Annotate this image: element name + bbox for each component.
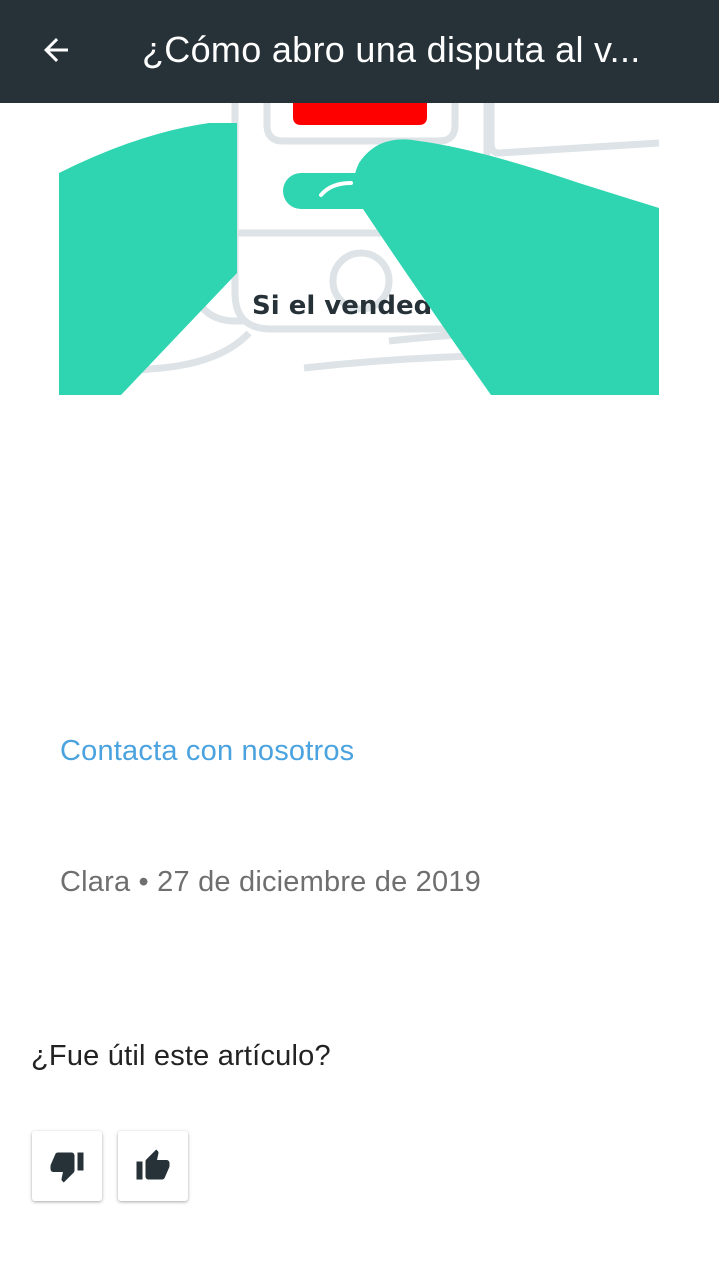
article-illustration: Si el vendedor bbox=[59, 103, 659, 395]
back-button[interactable] bbox=[30, 24, 82, 76]
app-toolbar: ¿Cómo abro una disputa al v... bbox=[0, 0, 719, 103]
arrow-left-icon bbox=[44, 38, 68, 62]
feedback-question: ¿Fue útil este artículo? bbox=[31, 1040, 331, 1072]
article-meta: Clara • 27 de diciembre de 2019 bbox=[60, 866, 481, 898]
thumbs-down-button[interactable] bbox=[32, 1131, 102, 1201]
contact-us-link[interactable]: Contacta con nosotros bbox=[60, 735, 354, 768]
page-title: ¿Cómo abro una disputa al v... bbox=[142, 29, 641, 70]
thumbs-up-icon bbox=[136, 1149, 170, 1180]
thumbs-down-icon bbox=[50, 1152, 84, 1183]
thumbs-up-button[interactable] bbox=[118, 1131, 188, 1201]
